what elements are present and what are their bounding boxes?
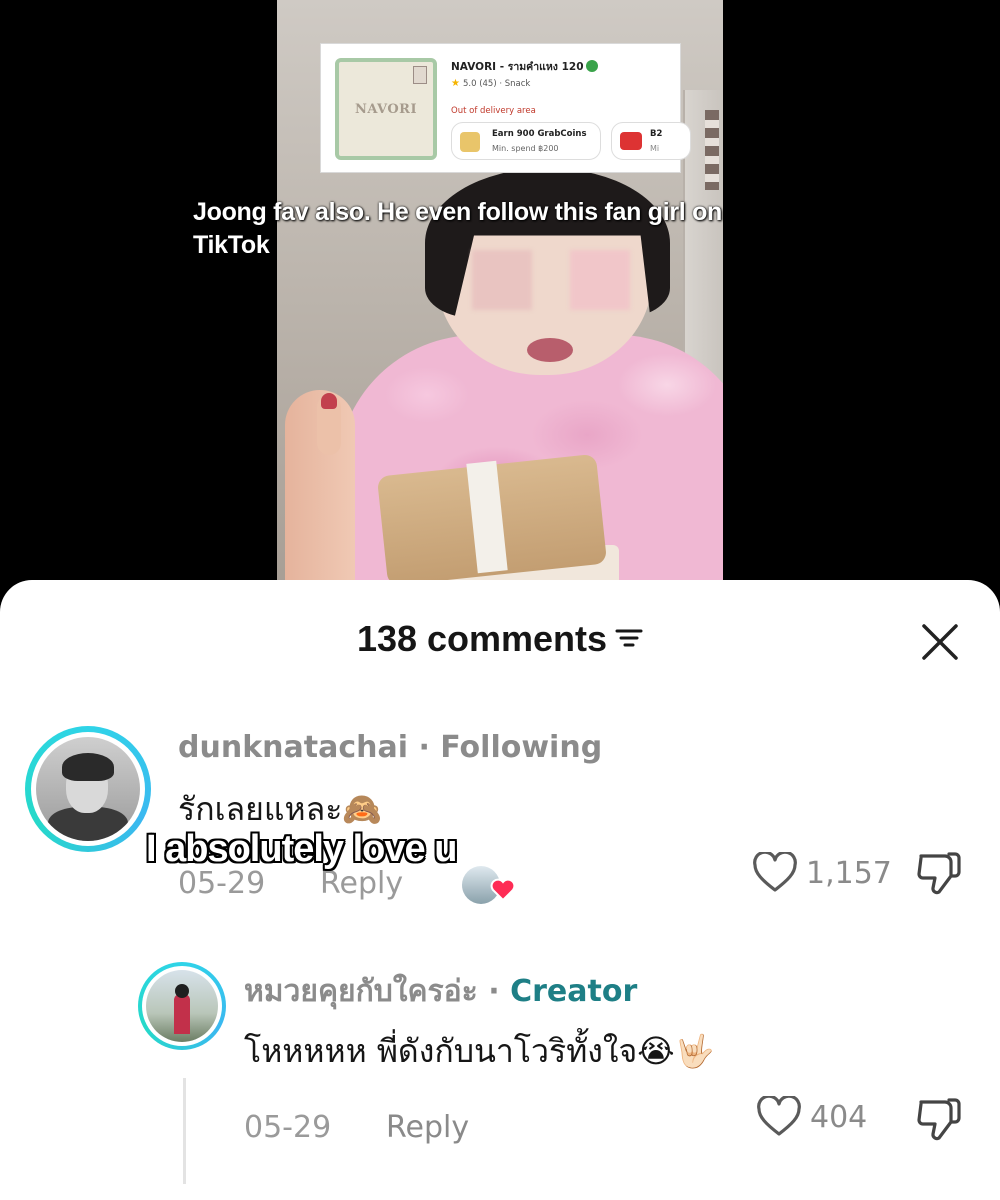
reply-username[interactable]: หมวยคุยกับใครอ่ะ · Creator xyxy=(244,968,637,1015)
promo-subtitle: Min. spend ฿200 xyxy=(492,144,559,153)
avatar-image xyxy=(146,970,218,1042)
promo-chip: Earn 900 GrabCoins Min. spend ฿200 xyxy=(451,122,601,160)
comment-username[interactable]: dunknatachai · Following xyxy=(178,730,602,765)
reply-button[interactable]: Reply xyxy=(320,866,403,901)
promo-subtitle-2: Mi xyxy=(650,144,660,153)
promo-icon-2 xyxy=(620,132,642,150)
heart-icon xyxy=(757,1096,801,1136)
overlay-caption: I absolutely love u xyxy=(146,828,457,870)
reply-text: โหหหหห พี่ดังกับนาโวริทั้งใจ😭🤟🏻 xyxy=(244,1032,715,1070)
store-name: NAVORI - รามคำแหง 120 xyxy=(451,61,584,73)
store-card: NAVORI NAVORI - รามคำแหง 120 ★ 5.0 (45) … xyxy=(320,43,691,173)
like-button[interactable]: 404 xyxy=(756,1096,867,1138)
comment-date: 05-29 xyxy=(178,866,266,901)
like-button[interactable]: 1,157 xyxy=(752,852,892,894)
avatar-border xyxy=(142,966,222,1046)
like-count: 1,157 xyxy=(806,855,892,891)
reply-username-text: หมวยคุยกับใครอ่ะ · xyxy=(244,974,500,1009)
leaf-icon xyxy=(586,60,598,72)
creator-badge: Creator xyxy=(510,974,638,1009)
avatar-border xyxy=(31,732,145,846)
store-rating-text: 5.0 (45) · Snack xyxy=(462,78,531,89)
dislike-icon[interactable] xyxy=(915,852,963,896)
avatar[interactable] xyxy=(138,962,226,1050)
avatar-head xyxy=(175,984,189,998)
store-delivery-status: Out of delivery area xyxy=(451,106,536,116)
like-count: 404 xyxy=(810,1099,868,1135)
video-caption: Joong fav also. He even follow this fan … xyxy=(193,198,723,259)
person-mouth xyxy=(527,338,573,362)
avatar-hair xyxy=(62,753,114,781)
avatar-image xyxy=(36,737,140,841)
reply-button[interactable]: Reply xyxy=(386,1110,469,1145)
promo-title: Earn 900 GrabCoins xyxy=(492,129,587,139)
promo-icon xyxy=(460,132,480,152)
star-icon: ★ xyxy=(451,78,460,89)
thread-line xyxy=(183,1078,186,1184)
background-shelf xyxy=(705,110,719,190)
person-nail xyxy=(321,393,337,409)
filter-icon[interactable] xyxy=(615,627,643,649)
close-icon[interactable] xyxy=(920,622,960,662)
comments-header: 138 comments xyxy=(0,618,1000,660)
store-logo: NAVORI xyxy=(335,58,437,160)
reply-date: 05-29 xyxy=(244,1110,332,1145)
comments-count: 138 comments xyxy=(356,618,608,659)
store-rating: ★ 5.0 (45) · Snack xyxy=(451,78,530,89)
promo-chip-2: B2 Mi xyxy=(611,122,691,160)
store-logo-text: NAVORI xyxy=(354,101,418,117)
avatar-person xyxy=(174,994,190,1034)
promo-title-2: B2 xyxy=(650,129,663,139)
store-logo-badge xyxy=(413,66,427,84)
liked-heart-icon xyxy=(490,878,516,902)
heart-icon xyxy=(753,852,797,892)
dislike-icon[interactable] xyxy=(915,1098,963,1142)
avatar[interactable] xyxy=(25,726,151,852)
